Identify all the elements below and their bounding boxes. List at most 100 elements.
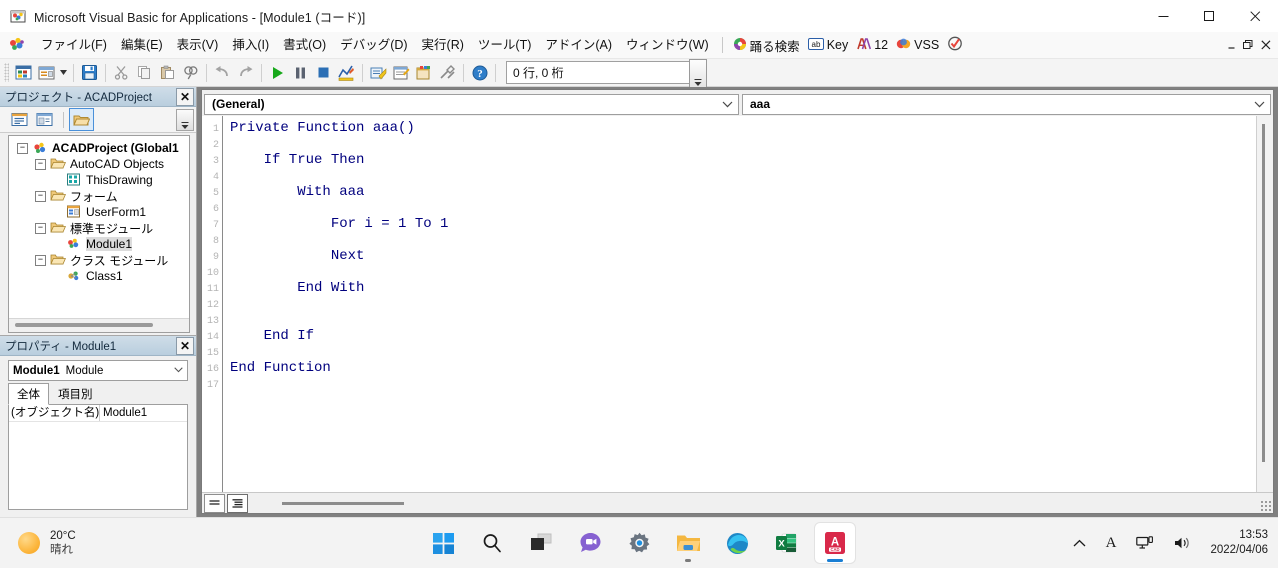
properties-grid[interactable]: (オブジェクト名) Module1 bbox=[8, 404, 188, 510]
undo-icon[interactable] bbox=[211, 61, 234, 84]
object-browser-icon[interactable] bbox=[413, 61, 436, 84]
code-horizontal-scrollbar[interactable] bbox=[254, 493, 1257, 513]
close-button[interactable] bbox=[1232, 0, 1278, 32]
maximize-button[interactable] bbox=[1186, 0, 1232, 32]
chevron-down-icon[interactable] bbox=[1254, 97, 1265, 111]
menu-debug[interactable]: デバッグ(D) bbox=[333, 35, 414, 55]
toolbox-icon[interactable] bbox=[436, 61, 459, 84]
menu-format[interactable]: 書式(O) bbox=[276, 35, 333, 55]
cut-icon[interactable] bbox=[110, 61, 133, 84]
menu-view[interactable]: 表示(V) bbox=[170, 35, 226, 55]
autocad-button[interactable]: A CAD bbox=[815, 523, 855, 563]
full-module-view-button[interactable] bbox=[227, 493, 248, 513]
settings-button[interactable] bbox=[619, 523, 659, 563]
code-hscroll-thumb[interactable] bbox=[282, 502, 404, 505]
insert-userform-icon[interactable] bbox=[35, 61, 58, 84]
tree-item-project[interactable]: − ACADProject (Global1 bbox=[9, 140, 189, 156]
menu-window[interactable]: ウィンドウ(W) bbox=[619, 35, 716, 55]
find-icon[interactable] bbox=[179, 61, 202, 84]
property-row[interactable]: (オブジェクト名) Module1 bbox=[9, 405, 187, 422]
addin-key[interactable]: ab Key bbox=[804, 37, 853, 54]
expander-icon[interactable]: − bbox=[35, 190, 46, 202]
run-icon[interactable] bbox=[266, 61, 289, 84]
task-view-button[interactable] bbox=[521, 523, 561, 563]
addin-font-size[interactable]: 12 bbox=[852, 36, 892, 55]
pause-icon[interactable] bbox=[289, 61, 312, 84]
procedure-view-button[interactable] bbox=[204, 493, 225, 513]
copy-icon[interactable] bbox=[133, 61, 156, 84]
file-explorer-button[interactable] bbox=[668, 523, 708, 563]
tree-item-autocad-objects[interactable]: − AutoCAD Objects bbox=[9, 156, 189, 172]
help-icon[interactable]: ? bbox=[468, 61, 491, 84]
toolbar-overflow-button[interactable] bbox=[689, 59, 707, 90]
mdi-close-button[interactable] bbox=[1257, 35, 1274, 55]
ime-indicator[interactable]: A bbox=[1102, 531, 1121, 556]
start-button[interactable] bbox=[423, 523, 463, 563]
paste-icon[interactable] bbox=[156, 61, 179, 84]
object-combo[interactable]: (General) bbox=[204, 93, 739, 115]
tree-item-forms[interactable]: − フォーム bbox=[9, 188, 189, 204]
insert-dropdown-arrow-icon[interactable] bbox=[58, 61, 69, 84]
code-vertical-scrollbar[interactable] bbox=[1256, 116, 1273, 492]
properties-close-button[interactable]: ✕ bbox=[176, 337, 194, 355]
volume-icon[interactable] bbox=[1170, 532, 1196, 554]
code-text-area[interactable]: Private Function aaa() If True Then With… bbox=[223, 116, 1256, 492]
view-code-icon[interactable] bbox=[8, 109, 31, 130]
project-explorer-icon[interactable] bbox=[367, 61, 390, 84]
code-editor[interactable]: 1 2 3 4 5 6 7 8 9 10 11 12 13 14 15 16 17 Private Functi… bbox=[202, 116, 1256, 492]
project-toolbar-overflow-button[interactable] bbox=[176, 109, 194, 131]
toolbar-grip[interactable] bbox=[4, 63, 9, 82]
code-vscroll-thumb[interactable] bbox=[1262, 124, 1265, 462]
mdi-restore-button[interactable] bbox=[1240, 35, 1257, 55]
procedure-combo[interactable]: aaa bbox=[742, 93, 1271, 115]
menu-run[interactable]: 実行(R) bbox=[415, 35, 471, 55]
menu-addins[interactable]: アドイン(A) bbox=[538, 35, 619, 55]
properties-window-icon[interactable] bbox=[390, 61, 413, 84]
chevron-down-icon[interactable] bbox=[722, 97, 733, 111]
view-object-icon[interactable] bbox=[33, 109, 56, 130]
chevron-down-icon[interactable] bbox=[174, 364, 183, 376]
excel-button[interactable]: X bbox=[766, 523, 806, 563]
taskbar-clock[interactable]: 13:53 2022/04/06 bbox=[1210, 528, 1268, 558]
project-tree-hscrollbar[interactable] bbox=[9, 318, 189, 332]
design-mode-icon[interactable] bbox=[335, 61, 358, 84]
properties-object-combo[interactable]: Module1 Module bbox=[8, 360, 188, 381]
tree-item-standard-modules[interactable]: − 標準モジュール bbox=[9, 220, 189, 236]
project-explorer-close-button[interactable]: ✕ bbox=[176, 88, 194, 106]
redo-icon[interactable] bbox=[234, 61, 257, 84]
addin-odoru-search[interactable]: 踊る検索 bbox=[729, 35, 804, 56]
network-icon[interactable] bbox=[1132, 532, 1158, 554]
menu-tools[interactable]: ツール(T) bbox=[471, 35, 538, 55]
expander-icon[interactable]: − bbox=[17, 142, 28, 154]
property-value[interactable]: Module1 bbox=[100, 405, 187, 421]
edge-button[interactable] bbox=[717, 523, 757, 563]
tree-item-thisdrawing[interactable]: ThisDrawing bbox=[9, 172, 189, 188]
addin-vss[interactable]: VSS bbox=[892, 36, 943, 55]
weather-widget[interactable]: 20°C 晴れ bbox=[18, 529, 76, 557]
tab-categorized[interactable]: 項目別 bbox=[49, 383, 102, 405]
save-icon[interactable] bbox=[78, 61, 101, 84]
menu-file[interactable]: ファイル(F) bbox=[34, 35, 114, 55]
expander-icon[interactable]: − bbox=[35, 222, 46, 234]
tree-item-module1[interactable]: Module1 bbox=[9, 236, 189, 252]
expander-icon[interactable]: − bbox=[35, 158, 46, 170]
tree-item-userform1[interactable]: UserForm1 bbox=[9, 204, 189, 220]
tree-item-class-modules[interactable]: − クラス モジュール bbox=[9, 252, 189, 268]
minimize-button[interactable] bbox=[1140, 0, 1186, 32]
menu-edit[interactable]: 編集(E) bbox=[114, 35, 170, 55]
addin-check[interactable] bbox=[943, 35, 967, 55]
project-tree[interactable]: − ACADProject (Global1 − AutoCAD Objects… bbox=[8, 135, 190, 333]
resize-grip[interactable] bbox=[1260, 500, 1271, 511]
menu-insert[interactable]: 挿入(I) bbox=[225, 35, 276, 55]
toggle-folders-icon[interactable] bbox=[69, 108, 94, 131]
tab-all[interactable]: 全体 bbox=[8, 383, 49, 405]
stop-icon[interactable] bbox=[312, 61, 335, 84]
show-hidden-icons-button[interactable] bbox=[1069, 535, 1090, 552]
view-excel-icon[interactable] bbox=[12, 61, 35, 84]
chat-button[interactable] bbox=[570, 523, 610, 563]
tree-item-class1[interactable]: Class1 bbox=[9, 268, 189, 284]
mdi-minimize-button[interactable] bbox=[1223, 35, 1240, 55]
project-tree-hscroll-thumb[interactable] bbox=[15, 323, 153, 327]
expander-icon[interactable]: − bbox=[35, 254, 46, 266]
search-button[interactable] bbox=[472, 523, 512, 563]
